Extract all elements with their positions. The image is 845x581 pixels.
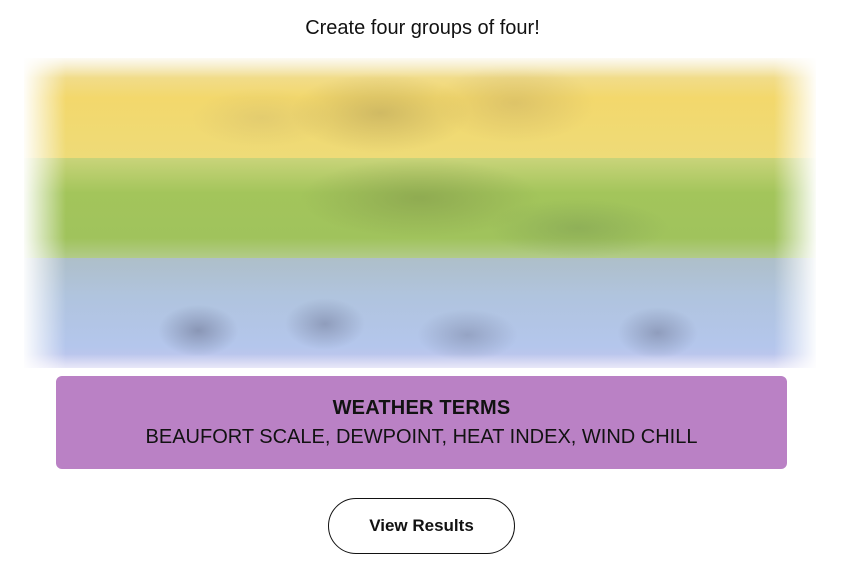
solved-group-card: WEATHER TERMS BEAUFORT SCALE, DEWPOINT, … — [56, 376, 787, 469]
obscured-board — [24, 58, 816, 368]
group-members: BEAUFORT SCALE, DEWPOINT, HEAT INDEX, WI… — [145, 426, 698, 448]
group-title: WEATHER TERMS — [332, 397, 511, 419]
board-edge-fade — [24, 58, 816, 368]
view-results-button[interactable]: View Results — [328, 498, 515, 554]
instruction-text: Create four groups of four! — [305, 17, 540, 39]
